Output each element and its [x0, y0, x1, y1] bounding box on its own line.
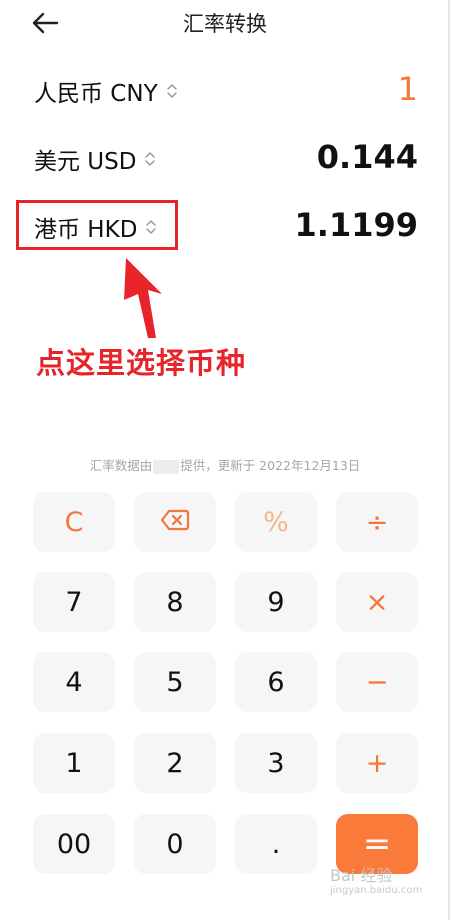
- key-label: 0: [166, 828, 184, 860]
- key-label: 1: [65, 747, 83, 779]
- key-label: −: [365, 666, 389, 698]
- key-00[interactable]: 00: [33, 814, 115, 874]
- currency-selector-usd[interactable]: 美元 USD: [34, 142, 156, 176]
- backspace-button[interactable]: [134, 492, 216, 552]
- key-label: 2: [166, 747, 184, 779]
- multiply-button[interactable]: ×: [336, 572, 418, 632]
- key-4[interactable]: 4: [33, 652, 115, 712]
- page-title: 汇率转换: [183, 12, 267, 36]
- key-label: C: [64, 506, 84, 538]
- currency-row-cny[interactable]: 人民币 CNY 1: [0, 66, 450, 114]
- sort-arrows-icon: [166, 80, 178, 106]
- key-label: 7: [65, 586, 83, 618]
- key-label: .: [271, 828, 281, 860]
- key-label: 5: [166, 666, 184, 698]
- key-label: 6: [267, 666, 285, 698]
- top-bar: 汇率转换: [0, 0, 450, 46]
- pointer-arrow-icon: [124, 258, 162, 338]
- watermark-sub: jingyan.baidu.com: [330, 885, 423, 896]
- source-note-suffix: 提供，更新于 2022年12月13日: [180, 458, 361, 473]
- key-label: +: [365, 747, 389, 779]
- divide-button[interactable]: ÷: [336, 492, 418, 552]
- key-label: 3: [267, 747, 285, 779]
- key-label: %: [263, 506, 289, 538]
- key-label: 8: [166, 586, 184, 618]
- percent-button[interactable]: %: [235, 492, 317, 552]
- rate-source-note: 汇率数据由 提供，更新于 2022年12月13日: [0, 455, 450, 474]
- annotation-text: 点这里选择币种: [36, 346, 247, 380]
- equals-button[interactable]: =: [336, 814, 418, 874]
- currency-value-hkd[interactable]: 1.1199: [295, 206, 418, 244]
- key-label: ÷: [365, 506, 389, 538]
- key-label: ×: [365, 586, 389, 618]
- watermark: Bai 经验 jingyan.baidu.com: [330, 868, 422, 896]
- key-0[interactable]: 0: [134, 814, 216, 874]
- currency-selector-cny[interactable]: 人民币 CNY: [34, 74, 178, 108]
- source-note-prefix: 汇率数据由: [89, 458, 153, 473]
- clear-button[interactable]: C: [33, 492, 115, 552]
- key-9[interactable]: 9: [235, 572, 317, 632]
- key-label: 9: [267, 586, 285, 618]
- plus-button[interactable]: +: [336, 733, 418, 793]
- highlight-box: [16, 200, 178, 250]
- key-label: 00: [56, 828, 92, 860]
- currency-row-usd[interactable]: 美元 USD 0.144: [0, 134, 450, 182]
- key-1[interactable]: 1: [33, 733, 115, 793]
- key-7[interactable]: 7: [33, 572, 115, 632]
- key-2[interactable]: 2: [134, 733, 216, 793]
- decimal-point-button[interactable]: .: [235, 814, 317, 874]
- key-5[interactable]: 5: [134, 652, 216, 712]
- currency-value-usd[interactable]: 0.144: [317, 138, 418, 176]
- currency-name: 人民币 CNY: [34, 81, 158, 107]
- blurred-provider: [153, 459, 180, 474]
- key-label: =: [362, 824, 392, 864]
- key-6[interactable]: 6: [235, 652, 317, 712]
- key-3[interactable]: 3: [235, 733, 317, 793]
- minus-button[interactable]: −: [336, 652, 418, 712]
- key-label: 4: [65, 666, 83, 698]
- currency-name: 美元 USD: [34, 149, 137, 175]
- watermark-text: Bai 经验: [330, 866, 393, 885]
- key-8[interactable]: 8: [134, 572, 216, 632]
- backspace-icon: [160, 507, 190, 538]
- sort-arrows-icon: [144, 148, 156, 174]
- currency-value-cny[interactable]: 1: [398, 70, 418, 108]
